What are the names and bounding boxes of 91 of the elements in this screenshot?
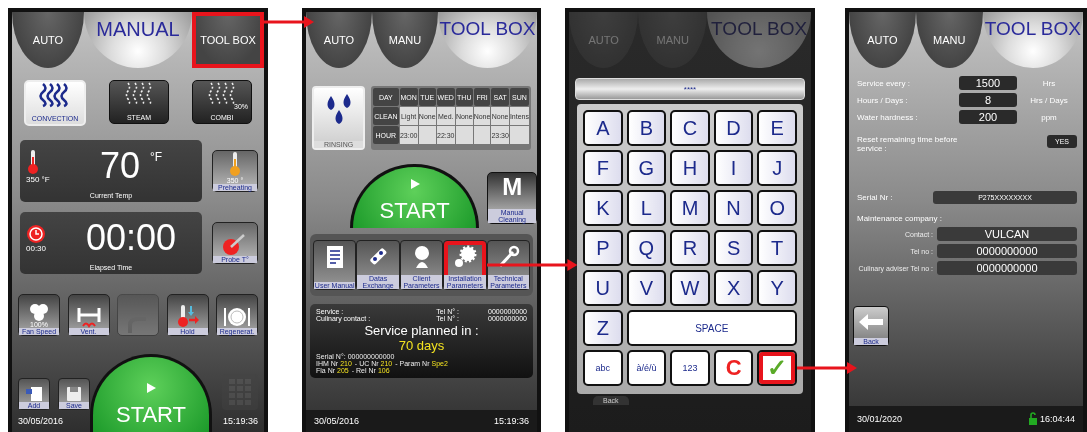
keyboard-key[interactable]: L [626, 190, 667, 226]
open-padlock-icon [1027, 412, 1038, 426]
keyboard-key[interactable]: B [626, 110, 667, 146]
left-arrow-icon [858, 313, 884, 331]
setpoint-text: 350 °F [26, 174, 50, 184]
value-text: 00:00 [85, 218, 177, 258]
document-add-icon [25, 386, 43, 402]
unit-text: Hrs / Days [1029, 95, 1069, 105]
table-cell [473, 126, 491, 144]
keyboard-key[interactable]: Q [626, 230, 667, 266]
setting-label: Water hardness : [857, 112, 919, 122]
fan-icon [28, 303, 50, 321]
text-field[interactable]: 0000000000 [937, 244, 1077, 258]
arrow [797, 361, 857, 375]
keyboard-key[interactable]: E [757, 110, 797, 146]
heat-waves-icon [39, 82, 71, 108]
keyboard-key[interactable]: P [583, 230, 623, 266]
time-text: 15:19:36 [493, 416, 529, 426]
table-cell [509, 126, 529, 144]
unit-text: ppm [1040, 112, 1058, 122]
table-cell [418, 126, 436, 144]
play-icon [408, 178, 421, 190]
keyboard-key[interactable]: W [670, 270, 710, 306]
book-icon [324, 245, 345, 269]
keyboard-key[interactable]: à/é/ù [626, 350, 667, 386]
thermometer-arrow-icon [175, 304, 200, 328]
keyboard-key[interactable]: J [757, 150, 797, 186]
keyboard-key[interactable]: Z [583, 310, 623, 346]
keyboard-key[interactable]: G [626, 150, 667, 186]
setting-label: Serial Nr : [857, 193, 894, 202]
date-text: 30/05/2016 [18, 416, 65, 426]
keyboard-key[interactable]: F [583, 150, 623, 186]
keyboard-key[interactable]: Y [757, 270, 797, 306]
mode-tab[interactable]: AUTO [12, 12, 84, 68]
keyboard-key[interactable]: K [583, 190, 623, 226]
mode-tab[interactable]: TOOL BOX [982, 12, 1083, 68]
mode-tab[interactable]: MANU [915, 12, 983, 68]
save-icon [66, 386, 82, 402]
setting-label: Hours / Days : [857, 95, 909, 105]
date-text: 30/05/2016 [314, 416, 360, 426]
mode-tab[interactable]: AUTO [306, 12, 372, 68]
mode-tab[interactable]: MANU [372, 12, 438, 68]
clear-key[interactable]: C [713, 350, 754, 386]
setting-label: Reset remaining time before service : [857, 135, 959, 153]
section-label: Maintenance company : [857, 214, 943, 223]
keyboard-key[interactable]: M [670, 190, 710, 226]
thermometer-icon [228, 151, 242, 177]
text-field[interactable]: VULCAN [937, 227, 1077, 241]
value-field[interactable]: 200 [959, 110, 1017, 124]
days-remaining-text: 70 days [397, 338, 446, 353]
space-key[interactable]: SPACE [626, 310, 797, 346]
keyboard-key[interactable]: R [670, 230, 710, 266]
password-field[interactable]: **** [575, 78, 805, 100]
value-text: 70 [99, 146, 140, 186]
keyboard-key[interactable]: A [583, 110, 623, 146]
keyboard-key[interactable]: T [757, 230, 797, 266]
text-field[interactable]: 0000000000 [937, 261, 1077, 275]
unit-text: °F [149, 150, 163, 164]
service-planned-text: Service planned in : [363, 323, 480, 338]
keyboard-key[interactable]: 123 [670, 350, 710, 386]
value-field[interactable]: 8 [959, 93, 1017, 107]
setpoint-text: 00:30 [26, 243, 47, 253]
mode-tab[interactable]: TOOL BOX [192, 12, 264, 68]
keyboard-key[interactable]: H [670, 150, 710, 186]
thermometer-icon [26, 148, 40, 175]
keyboard-key[interactable]: X [713, 270, 754, 306]
date-text: 30/01/2020 [857, 414, 903, 424]
keyboard-key[interactable]: D [713, 110, 754, 146]
value-field[interactable]: 1500 [959, 76, 1017, 90]
vent-icon [75, 306, 102, 328]
setting-label: Service every : [857, 78, 911, 88]
clock-icon [26, 223, 46, 244]
mode-tab[interactable]: TOOL BOX [438, 12, 537, 68]
plate-icon [223, 306, 251, 328]
table-cell [455, 126, 473, 144]
mode-tab[interactable]: AUTO [849, 12, 916, 68]
keyboard-key[interactable]: I [713, 150, 754, 186]
keyboard-key[interactable]: O [757, 190, 797, 226]
keyboard-key[interactable]: S [713, 230, 754, 266]
keyboard-key[interactable]: abc [583, 350, 623, 386]
gear-icon [452, 245, 477, 269]
time-text: 15:19:36 [222, 416, 258, 426]
mode-tab[interactable]: MANUAL [84, 12, 192, 68]
time-text: 16:04:44 [1039, 414, 1075, 424]
keyboard-key[interactable]: C [670, 110, 710, 146]
keyboard-key[interactable]: V [626, 270, 667, 306]
play-icon [145, 382, 157, 394]
unit-text: Hrs [1041, 78, 1057, 88]
keyboard-key[interactable]: U [583, 270, 623, 306]
keyboard-key[interactable]: N [713, 190, 754, 226]
arrow [264, 15, 314, 29]
